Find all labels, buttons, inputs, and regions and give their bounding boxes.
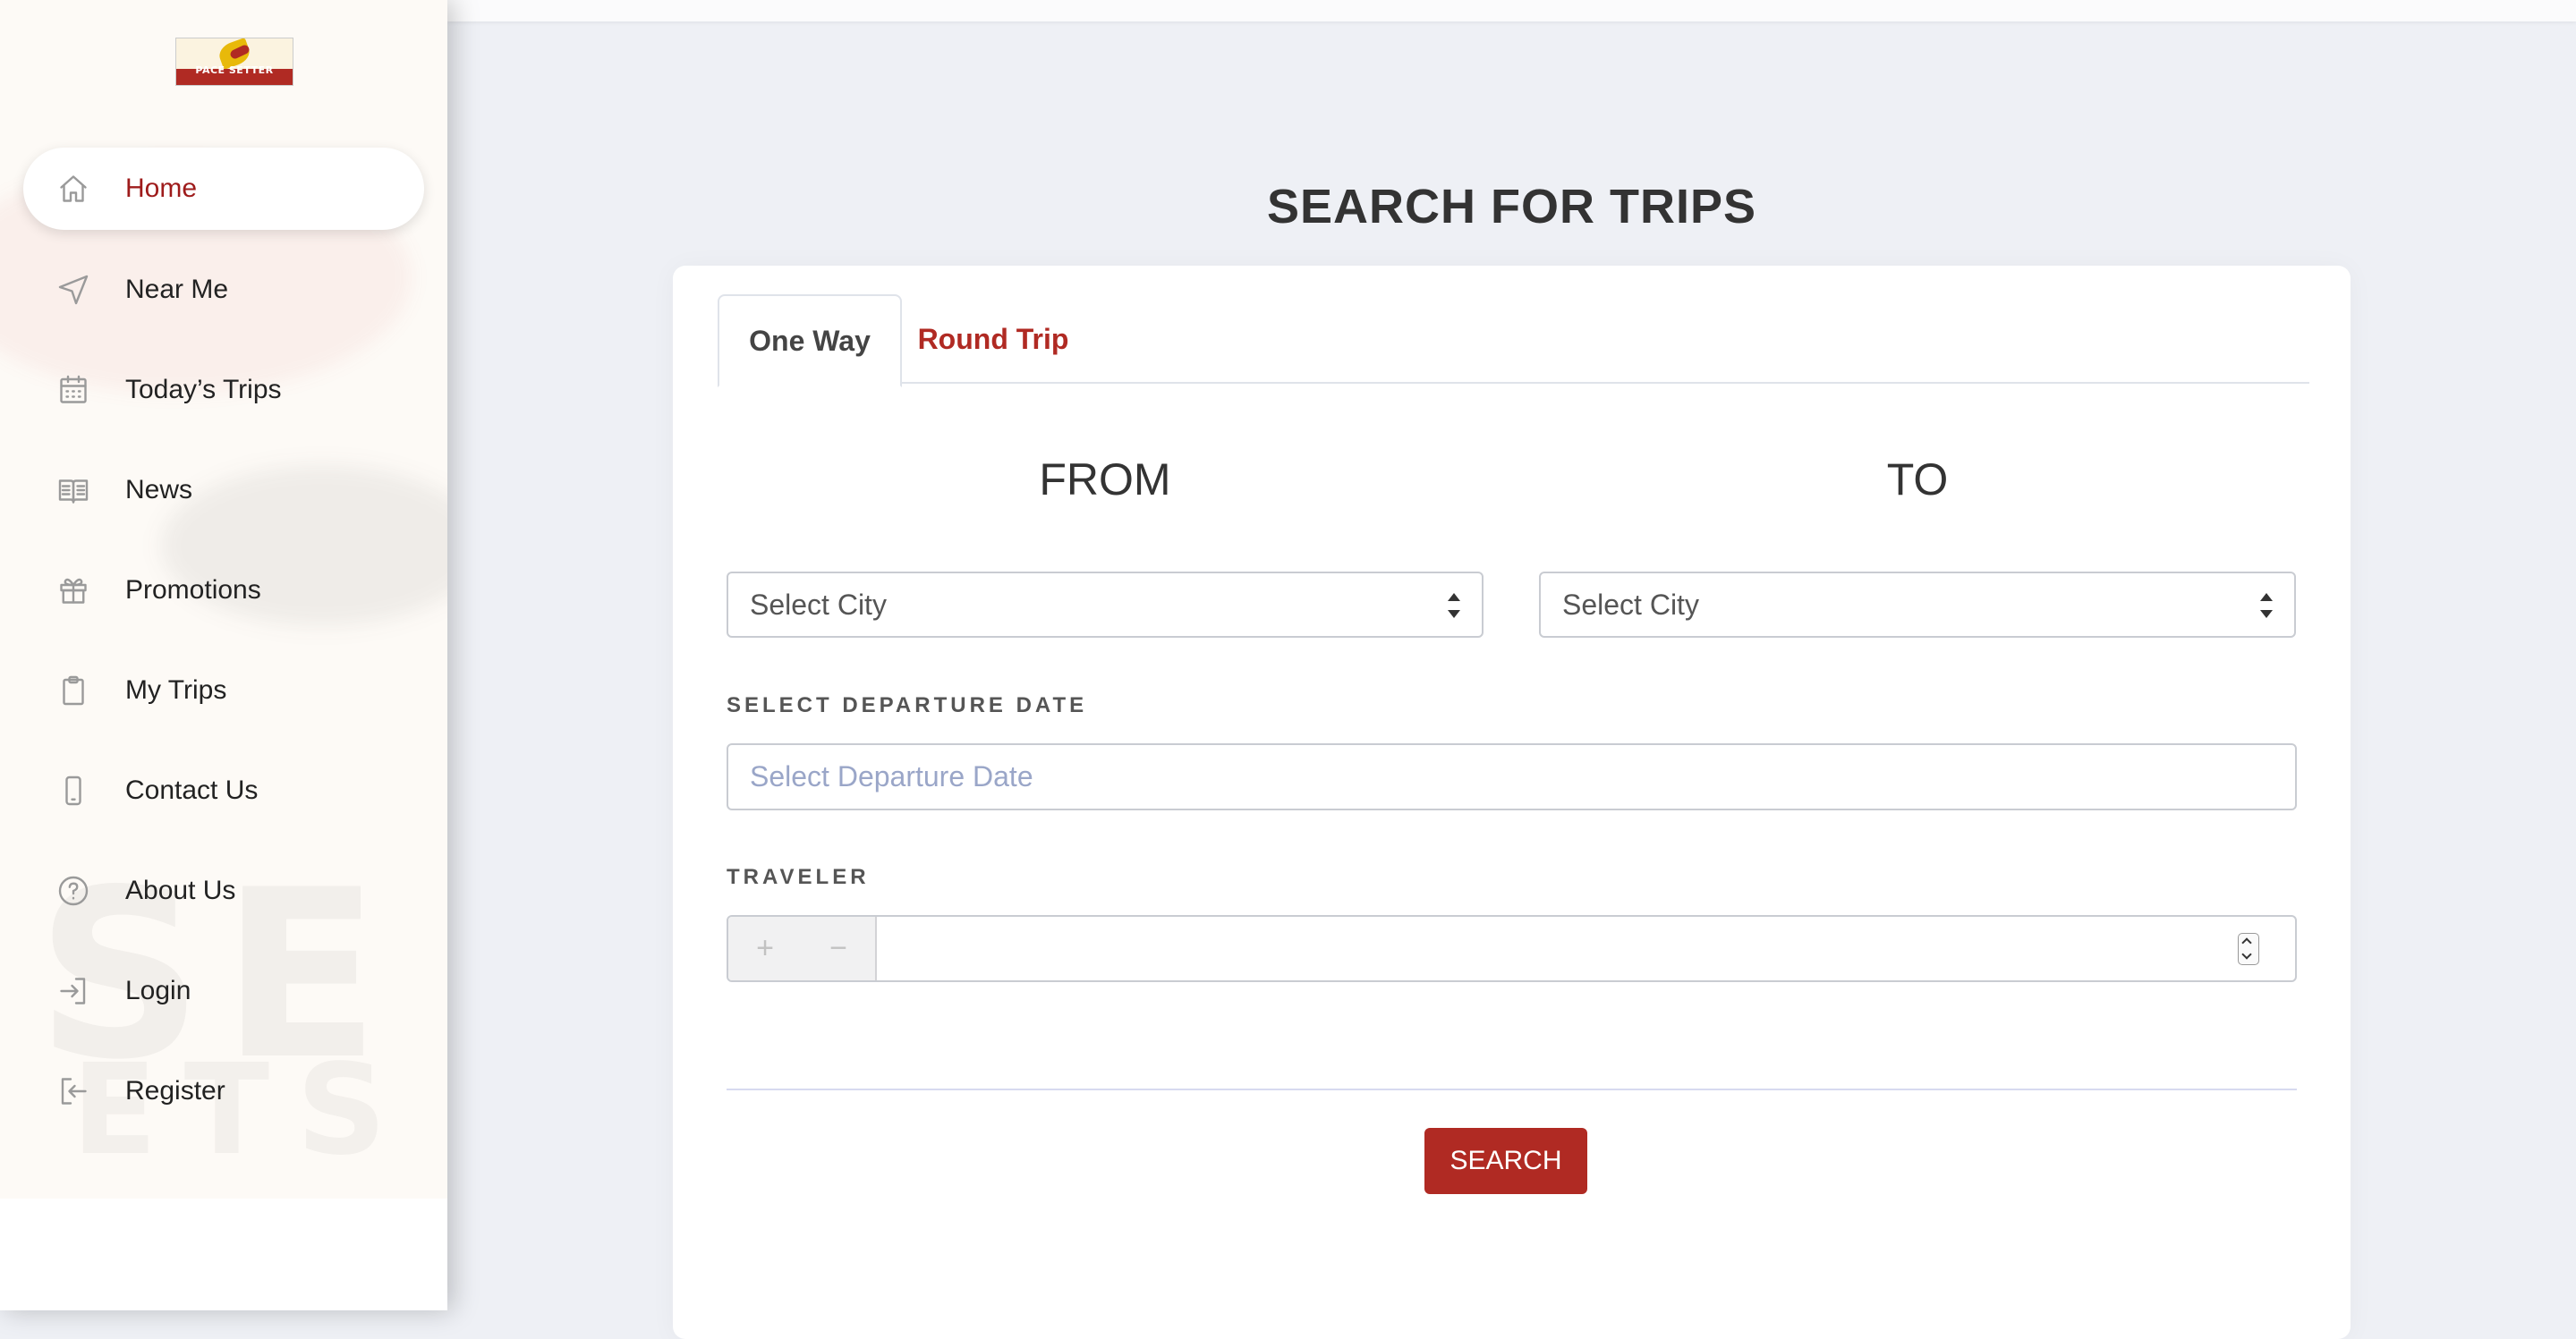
navigation-arrow-icon xyxy=(55,272,91,308)
sidebar-item-label: Home xyxy=(125,174,198,203)
home-icon xyxy=(55,171,91,207)
tab-round-trip[interactable]: Round Trip xyxy=(913,294,1074,384)
to-city-select[interactable]: Select City xyxy=(1539,572,2296,638)
register-icon xyxy=(55,1073,91,1109)
departure-date-label: SELECT DEPARTURE DATE xyxy=(727,693,1088,717)
search-button[interactable]: SEARCH xyxy=(1424,1128,1587,1194)
sidebar-item-label: About Us xyxy=(125,876,236,905)
traveler-plus-button[interactable]: + xyxy=(728,917,803,980)
trip-search-card: One Way Round Trip FROM TO Select City S… xyxy=(673,266,2351,1339)
select-arrows-icon xyxy=(1448,593,1460,618)
sidebar-item-label: Login xyxy=(125,976,191,1005)
phone-icon xyxy=(55,773,91,809)
to-label: TO xyxy=(1886,454,1949,504)
sidebar-item-near-me[interactable]: Near Me xyxy=(23,249,424,331)
sidebar-item-label: My Trips xyxy=(125,675,227,705)
from-city-select[interactable]: Select City xyxy=(727,572,1484,638)
sidebar: SE ETS PACE SETTER Home Near Me Today’s … xyxy=(0,0,447,1310)
login-icon xyxy=(55,973,91,1009)
newspaper-icon xyxy=(55,472,91,508)
from-city-select-value: Select City xyxy=(750,588,887,621)
sidebar-item-news[interactable]: News xyxy=(23,449,424,531)
calendar-icon xyxy=(55,372,91,408)
clipboard-icon xyxy=(55,673,91,708)
sidebar-item-login[interactable]: Login xyxy=(23,950,424,1032)
tab-one-way[interactable]: One Way xyxy=(718,294,902,387)
sidebar-item-label: Register xyxy=(125,1076,225,1106)
traveler-minus-button[interactable]: − xyxy=(802,917,877,980)
gift-icon xyxy=(55,572,91,608)
to-city-select-value: Select City xyxy=(1562,588,1699,621)
page-title: SEARCH FOR TRIPS xyxy=(1266,180,1757,233)
help-circle-icon xyxy=(55,873,91,909)
sidebar-item-todays-trips[interactable]: Today’s Trips xyxy=(23,349,424,431)
sidebar-item-label: News xyxy=(125,475,193,504)
sidebar-item-promotions[interactable]: Promotions xyxy=(23,549,424,631)
from-label: FROM xyxy=(1039,454,1171,504)
pace-setter-logo[interactable]: PACE SETTER xyxy=(175,37,293,86)
sidebar-item-contact-us[interactable]: Contact Us xyxy=(23,750,424,832)
sidebar-item-about-us[interactable]: About Us xyxy=(23,850,424,932)
sidebar-item-label: Today’s Trips xyxy=(125,375,282,404)
sidebar-item-home[interactable]: Home xyxy=(23,148,424,230)
sidebar-item-label: Contact Us xyxy=(125,775,259,805)
sidebar-item-label: Near Me xyxy=(125,275,229,304)
number-spinner-icon[interactable] xyxy=(2238,933,2259,965)
traveler-stepper: + − xyxy=(727,915,2297,982)
sidebar-item-label: Promotions xyxy=(125,575,261,605)
sidebar-item-my-trips[interactable]: My Trips xyxy=(23,649,424,732)
select-arrows-icon xyxy=(2260,593,2273,618)
form-divider xyxy=(727,1089,2297,1090)
departure-date-input[interactable] xyxy=(727,743,2297,810)
top-header-strip xyxy=(447,0,2576,21)
traveler-label: TRAVELER xyxy=(727,865,870,889)
sidebar-item-register[interactable]: Register xyxy=(23,1050,424,1132)
